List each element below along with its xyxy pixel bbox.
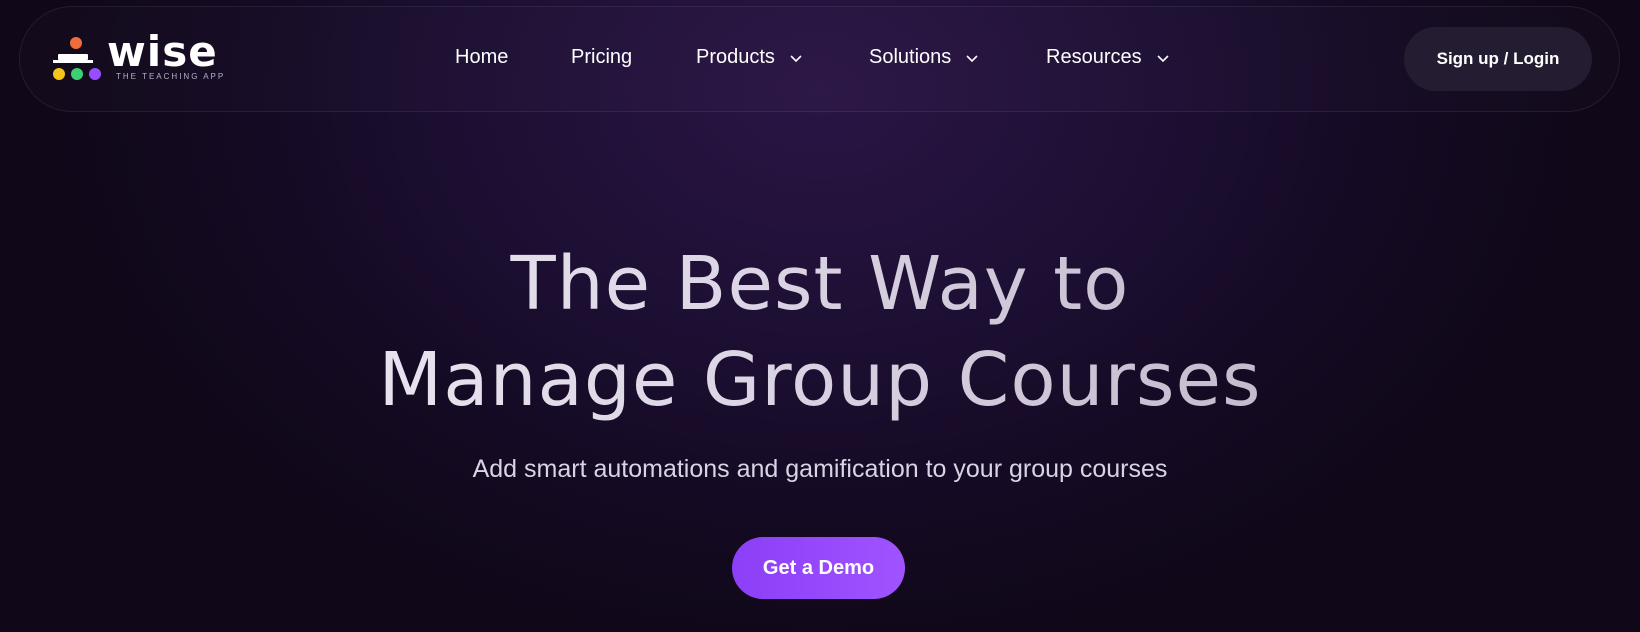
get-demo-button[interactable]: Get a Demo bbox=[732, 537, 905, 599]
nav-item-label: Pricing bbox=[571, 46, 633, 68]
nav-item-pricing[interactable]: Pricing bbox=[571, 46, 632, 69]
nav-item-solutions[interactable]: Solutions bbox=[869, 46, 979, 69]
nav-item-products[interactable]: Products bbox=[696, 46, 803, 69]
signup-login-button[interactable]: Sign up / Login bbox=[1404, 27, 1592, 91]
chevron-down-icon bbox=[1157, 54, 1169, 62]
hero-headline-line2: Manage Group Courses bbox=[378, 337, 1262, 423]
nav-item-resources[interactable]: Resources bbox=[1046, 46, 1170, 69]
chevron-down-icon bbox=[966, 54, 978, 62]
chevron-down-icon bbox=[790, 54, 802, 62]
hero-headline-line1: The Best Way to bbox=[510, 241, 1130, 327]
main-menu: Home Pricing Products Solutions Resource… bbox=[0, 0, 1640, 118]
hero-subheadline: Add smart automations and gamification t… bbox=[472, 455, 1168, 483]
nav-item-home[interactable]: Home bbox=[455, 46, 508, 69]
nav-item-label: Home bbox=[455, 46, 509, 68]
hero-headline: The Best Way to Manage Group Courses bbox=[0, 236, 1640, 428]
nav-item-label: Products bbox=[696, 46, 775, 68]
nav-item-label: Resources bbox=[1046, 46, 1142, 68]
nav-item-label: Solutions bbox=[869, 46, 952, 68]
